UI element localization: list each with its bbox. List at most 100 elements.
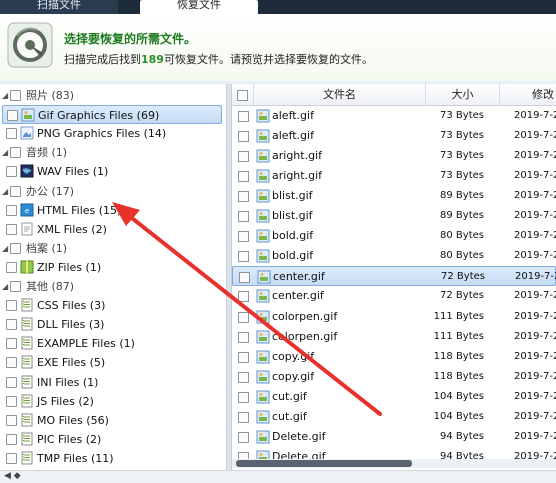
file-checkbox[interactable]: [238, 231, 249, 243]
tree-category[interactable]: ◢ 其他 (87): [0, 277, 226, 296]
png-file-icon: [20, 126, 34, 140]
file-name: colorpen.gif: [272, 309, 338, 323]
file-row[interactable]: cut.gif 104 Bytes 2019-7-2: [232, 387, 556, 407]
tree-category[interactable]: ◢ 音频 (1): [0, 143, 226, 162]
file-checkbox[interactable]: [238, 371, 249, 383]
file-name: cut.gif: [272, 409, 307, 423]
expand-caret-icon[interactable]: ◢: [2, 182, 10, 201]
tree-item[interactable]: MO Files (56): [0, 411, 226, 430]
tree-item[interactable]: CSS Files (3): [0, 296, 226, 315]
expand-caret-icon[interactable]: ◢: [2, 239, 10, 258]
item-checkbox[interactable]: [6, 414, 17, 426]
tree-item[interactable]: ZIP Files (1): [0, 258, 226, 277]
tree-category[interactable]: ◢ 照片 (83): [0, 86, 226, 105]
file-row[interactable]: center.gif 72 Bytes 2019-7-2: [232, 266, 556, 287]
item-checkbox[interactable]: [6, 128, 17, 140]
file-size: 73 Bytes: [440, 130, 484, 142]
back-arrow-icon[interactable]: ◀ ◆: [4, 471, 21, 481]
file-row[interactable]: Delete.gif 94 Bytes 2019-7-2: [232, 427, 556, 447]
category-checkbox[interactable]: [10, 185, 21, 197]
tree-item[interactable]: EXAMPLE Files (1): [0, 334, 226, 353]
item-checkbox[interactable]: [7, 110, 18, 122]
file-size: 104 Bytes: [433, 410, 484, 422]
file-row[interactable]: center.gif 72 Bytes 2019-7-2: [232, 286, 556, 306]
tree-item[interactable]: DLL Files (3): [0, 315, 226, 334]
found-count: 189: [141, 53, 164, 66]
tree-item[interactable]: WAV Files (1): [0, 162, 226, 181]
column-header-name[interactable]: 文件名: [254, 84, 426, 106]
select-all-checkbox[interactable]: [237, 90, 248, 101]
file-checkbox[interactable]: [239, 272, 250, 284]
gif-file-icon: [256, 169, 270, 183]
file-row[interactable]: cut.gif 104 Bytes 2019-7-2: [232, 407, 556, 427]
category-checkbox[interactable]: [10, 281, 21, 292]
file-checkbox[interactable]: [238, 331, 249, 343]
tab-scan-files[interactable]: 扫描文件: [0, 0, 118, 14]
tree-item[interactable]: e HTML Files (15): [0, 201, 226, 220]
file-size: 89 Bytes: [440, 210, 484, 222]
expand-caret-icon[interactable]: ◢: [2, 143, 10, 162]
file-row[interactable]: aleft.gif 73 Bytes 2019-7-2: [232, 106, 556, 126]
item-checkbox[interactable]: [6, 357, 17, 369]
file-checkbox[interactable]: [238, 431, 249, 443]
tree-item[interactable]: PIC Files (2): [0, 430, 226, 449]
file-row[interactable]: bold.gif 80 Bytes 2019-7-2: [232, 246, 556, 266]
tree-item[interactable]: Gif Graphics Files (69): [2, 105, 222, 125]
tree-item[interactable]: XML Files (2): [0, 220, 226, 239]
file-checkbox[interactable]: [238, 311, 249, 323]
expand-caret-icon[interactable]: ◢: [2, 277, 10, 296]
item-checkbox[interactable]: [6, 223, 17, 235]
item-checkbox[interactable]: [6, 452, 17, 464]
file-row[interactable]: aleft.gif 73 Bytes 2019-7-2: [232, 126, 556, 146]
category-checkbox[interactable]: [10, 147, 21, 159]
file-row[interactable]: blist.gif 89 Bytes 2019-7-2: [232, 186, 556, 206]
item-checkbox[interactable]: [6, 204, 17, 216]
column-header-size[interactable]: 大小: [426, 84, 500, 106]
file-row[interactable]: copy.gif 118 Bytes 2019-7-2: [232, 367, 556, 387]
file-row[interactable]: colorpen.gif 111 Bytes 2019-7-2: [232, 327, 556, 347]
file-checkbox[interactable]: [238, 211, 249, 223]
file-checkbox[interactable]: [238, 391, 249, 403]
item-checkbox[interactable]: [6, 433, 17, 445]
item-checkbox[interactable]: [6, 319, 17, 331]
scrollbar-thumb[interactable]: [236, 460, 412, 467]
file-checkbox[interactable]: [238, 251, 249, 263]
expand-caret-icon[interactable]: ◢: [2, 86, 10, 105]
gif-file-icon: [256, 129, 270, 143]
tree-item[interactable]: EXE Files (5): [0, 353, 226, 372]
file-row[interactable]: colorpen.gif 111 Bytes 2019-7-2: [232, 307, 556, 327]
category-checkbox[interactable]: [10, 242, 21, 254]
file-checkbox[interactable]: [238, 111, 249, 122]
horizontal-scrollbar[interactable]: [232, 459, 556, 468]
file-checkbox[interactable]: [238, 351, 249, 363]
file-row[interactable]: blist.gif 89 Bytes 2019-7-2: [232, 206, 556, 226]
item-checkbox[interactable]: [6, 261, 17, 273]
file-row[interactable]: aright.gif 73 Bytes 2019-7-2: [232, 166, 556, 186]
tree-item[interactable]: INI Files (1): [0, 373, 226, 392]
tree-category[interactable]: ◢ 办公 (17): [0, 182, 226, 201]
tree-category[interactable]: ◢ 档案 (1): [0, 239, 226, 258]
gif-file-icon: [256, 149, 270, 163]
tree-item[interactable]: TMP Files (11): [0, 449, 226, 468]
item-checkbox[interactable]: [6, 338, 17, 350]
file-row[interactable]: bold.gif 80 Bytes 2019-7-2: [232, 226, 556, 246]
gif-file-icon: [257, 270, 271, 284]
column-header-date[interactable]: 修改: [500, 84, 556, 106]
file-checkbox[interactable]: [238, 151, 249, 163]
file-checkbox[interactable]: [238, 191, 249, 203]
file-row[interactable]: aright.gif 73 Bytes 2019-7-2: [232, 146, 556, 166]
tree-item[interactable]: JS Files (2): [0, 392, 226, 411]
tree-item[interactable]: PNG Graphics Files (14): [0, 124, 226, 143]
file-checkbox[interactable]: [238, 291, 249, 303]
file-checkbox[interactable]: [238, 131, 249, 143]
category-checkbox[interactable]: [10, 90, 21, 101]
file-row[interactable]: copy.gif 118 Bytes 2019-7-2: [232, 347, 556, 367]
tab-recover-files[interactable]: 恢复文件: [140, 0, 258, 14]
file-checkbox[interactable]: [238, 171, 249, 183]
file-checkbox[interactable]: [238, 411, 249, 423]
file-type-tree: ◢ 照片 (83) Gif Graphics Files (69) PNG Graph…: [0, 84, 226, 470]
item-checkbox[interactable]: [6, 395, 17, 407]
item-checkbox[interactable]: [6, 376, 17, 388]
item-checkbox[interactable]: [6, 300, 17, 312]
item-checkbox[interactable]: [6, 166, 17, 178]
